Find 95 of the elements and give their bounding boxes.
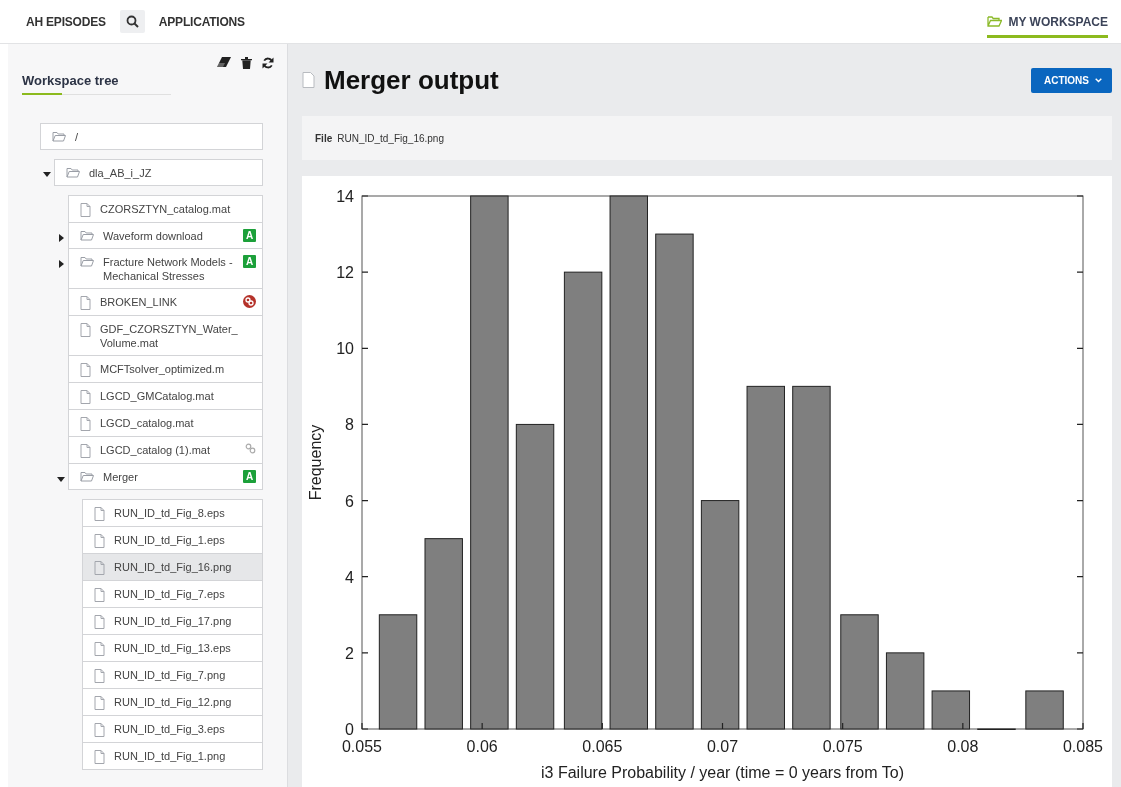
tree-item[interactable]: RUN_ID_td_Fig_1.png (82, 743, 263, 770)
tree-item[interactable]: LGCD_catalog.mat (68, 410, 263, 437)
folder-icon (66, 167, 80, 178)
y-tick-label: 0 (345, 721, 354, 738)
y-tick-label: 14 (336, 188, 354, 205)
nav-link[interactable]: APPLICATIONS (158, 14, 245, 29)
app-badge: A (243, 229, 256, 242)
tree-item[interactable]: Waveform download A (68, 223, 263, 249)
actions-button[interactable]: ACTIONS (1031, 67, 1112, 93)
x-tick (962, 722, 964, 730)
x-tick-label: 0.06 (466, 738, 498, 755)
file-icon (94, 588, 105, 602)
app-badge: A (243, 470, 256, 483)
app-badge: A (243, 255, 256, 268)
tree-item[interactable]: RUN_ID_td_Fig_7.eps (82, 581, 263, 608)
x-tick-label: 0.055 (342, 738, 382, 755)
file-icon (94, 615, 105, 629)
nav-link[interactable]: AH EPISODES (26, 14, 106, 29)
tree-item[interactable]: CZORSZTYN_catalog.mat (68, 195, 263, 223)
file-icon (94, 669, 105, 683)
y-tick-label: 4 (345, 568, 354, 586)
tree-item[interactable]: RUN_ID_td_Fig_7.png (82, 662, 263, 689)
file-icon (80, 363, 91, 377)
file-icon (80, 417, 91, 431)
folder-icon (80, 230, 94, 241)
tree-item[interactable]: LGCD_catalog (1).mat (68, 437, 263, 464)
search-icon (125, 15, 139, 28)
x-tick (842, 722, 844, 730)
file-icon (94, 723, 105, 737)
file-icon (80, 444, 91, 458)
x-tick (361, 722, 363, 730)
caret-right-icon[interactable] (57, 260, 65, 268)
x-tick-label: 0.08 (947, 738, 979, 755)
y-tick-label: 8 (345, 416, 354, 434)
caret-down-icon[interactable] (57, 475, 65, 483)
tree-item[interactable]: RUN_ID_td_Fig_3.eps (82, 716, 263, 743)
histogram-bar (1025, 690, 1064, 730)
file-icon (94, 534, 105, 548)
tree-item[interactable]: dla_AB_i_JZ (54, 159, 263, 186)
file-icon (94, 507, 105, 521)
x-tick (481, 722, 483, 730)
folder-icon (80, 471, 94, 482)
file-icon (94, 696, 105, 710)
file-icon (80, 203, 91, 217)
y-tick-label: 12 (336, 264, 354, 282)
file-icon (80, 390, 91, 404)
tree-item[interactable]: Merger A (68, 464, 263, 490)
tree-item[interactable]: LGCD_GMCatalog.mat (68, 383, 263, 410)
tree-item[interactable]: RUN_ID_td_Fig_17.png (82, 608, 263, 635)
tree-item[interactable]: RUN_ID_td_Fig_1.eps (82, 527, 263, 554)
file-icon (94, 750, 105, 764)
folder-icon (80, 256, 94, 267)
page-title: Merger output (324, 64, 499, 96)
x-tick-label: 0.075 (822, 738, 863, 755)
search-button[interactable] (119, 10, 145, 33)
eraser-icon[interactable] (217, 57, 231, 67)
file-icon (80, 323, 91, 337)
link-icon (245, 443, 256, 454)
x-tick (601, 722, 603, 730)
trash-icon[interactable] (241, 57, 252, 69)
x-tick-label: 0.085 (1063, 738, 1103, 755)
field-label: File (315, 132, 333, 144)
y-tick-label: 10 (336, 340, 354, 358)
tree-item[interactable]: RUN_ID_td_Fig_13.eps (82, 635, 263, 662)
folder-icon (52, 131, 66, 142)
file-name: RUN_ID_td_Fig_16.png (337, 132, 444, 144)
chevron-down-icon (1095, 77, 1102, 83)
file-icon (94, 642, 105, 656)
caret-down-icon[interactable] (43, 170, 51, 178)
x-axis-label: i3 Failure Probability / year (time = 0 years from To) (541, 764, 904, 781)
tree-item[interactable]: RUN_ID_td_Fig_16.png (82, 554, 263, 581)
x-tick (721, 722, 724, 730)
histogram-bar (931, 690, 971, 730)
refresh-icon[interactable] (262, 57, 274, 69)
x-tick-label: 0.065 (582, 738, 623, 755)
folder-icon (987, 16, 1003, 27)
broken-link-icon (243, 295, 256, 308)
y-tick-label: 2 (345, 644, 354, 662)
sidebar-title: Workspace tree (22, 73, 119, 88)
tree-item[interactable]: Fracture Network Models - Mechanical Stresses A (68, 249, 263, 289)
x-tick-label: 0.07 (706, 738, 739, 755)
y-tick-label: 6 (345, 492, 354, 510)
tree-item[interactable]: RUN_ID_td_Fig_12.png (82, 689, 263, 716)
tree-item[interactable]: GDF_CZORSZTYN_Water_Volume.mat (68, 316, 263, 356)
workspace-tab[interactable]: MY WORKSPACE (987, 9, 1108, 38)
tree-item[interactable]: / (40, 123, 263, 150)
tree-item[interactable]: BROKEN_LINK (68, 289, 263, 316)
tree-item[interactable]: MCFTsolver_optimized.m (68, 356, 263, 383)
file-icon (80, 296, 91, 310)
file-icon (94, 561, 105, 575)
y-axis-label: Frequency (307, 424, 324, 501)
caret-right-icon[interactable] (57, 234, 65, 242)
x-tick (1082, 722, 1084, 730)
tree-item[interactable]: RUN_ID_td_Fig_8.eps (82, 499, 263, 527)
file-icon (302, 72, 315, 88)
